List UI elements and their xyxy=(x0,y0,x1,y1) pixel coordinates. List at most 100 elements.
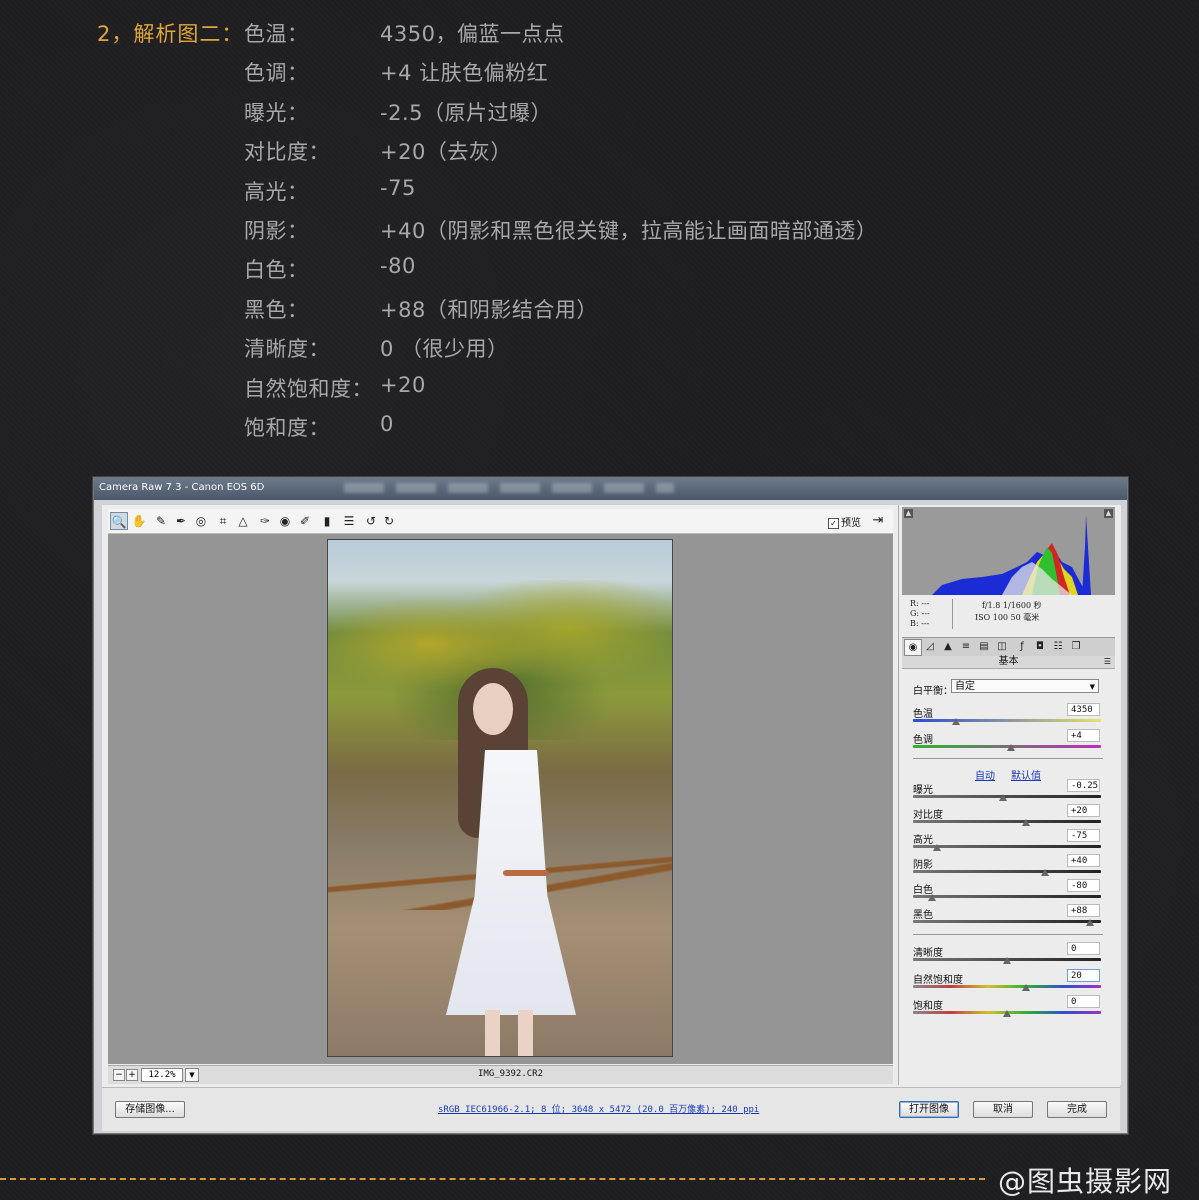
spot-removal-icon[interactable]: ✑ xyxy=(256,512,274,530)
slider-row: 高光 -75 xyxy=(913,829,1103,853)
slider-track[interactable] xyxy=(913,985,1101,988)
slider-value-input[interactable]: -0.25 xyxy=(1067,779,1100,792)
slider-thumb[interactable] xyxy=(1003,957,1011,964)
adjustment-brush-icon[interactable]: ✐ xyxy=(296,512,314,530)
zoom-in-button[interactable]: + xyxy=(126,1069,138,1081)
slider-value-input[interactable]: 0 xyxy=(1067,942,1100,955)
save-image-button[interactable]: 存储图像... xyxy=(115,1101,185,1118)
setting-label: 清晰度： xyxy=(244,337,330,362)
white-balance-tool-icon[interactable]: ✎ xyxy=(152,512,170,530)
tab-detail-icon[interactable]: ▲ xyxy=(940,639,956,654)
straighten-tool-icon[interactable]: △ xyxy=(234,512,252,530)
setting-label: 饱和度： xyxy=(244,416,330,440)
slider-thumb[interactable] xyxy=(1021,984,1030,991)
slider-label: 对比度 xyxy=(913,810,943,821)
color-sampler-icon[interactable]: ✒ xyxy=(172,512,190,530)
default-link[interactable]: 默认值 xyxy=(1011,767,1041,782)
photo-leg xyxy=(518,1010,533,1056)
tab-presets-icon[interactable]: ☷ xyxy=(1050,639,1066,654)
slider-thumb[interactable] xyxy=(1003,1010,1011,1017)
slider-track[interactable] xyxy=(913,719,1101,722)
slider-track[interactable] xyxy=(913,920,1101,923)
section-heading: 2，解析图二： xyxy=(97,22,244,46)
highlight-clipping-icon[interactable]: ▲ xyxy=(1104,509,1113,518)
zoom-out-button[interactable]: − xyxy=(113,1069,125,1081)
slider-value-input[interactable]: +88 xyxy=(1067,904,1100,917)
setting-label: 自然饱和度： xyxy=(244,376,373,401)
tab-tone-curve-icon[interactable]: ◿ xyxy=(922,639,938,654)
targeted-adjustment-icon[interactable]: ◎ xyxy=(192,512,210,530)
slider-thumb[interactable] xyxy=(1021,819,1030,826)
r-readout: R: --- xyxy=(910,599,930,608)
toolbar: 🔍 ✋ ✎ ✒ ◎ ⌗ △ ✑ ◉ ✐ ▮ ☰ ↺ ↻ ✓ 预览 ⇥ xyxy=(108,509,893,534)
tab-hsl-icon[interactable]: ≡ xyxy=(958,639,974,654)
window-titlebar[interactable]: Camera Raw 7.3 - Canon EOS 6D xyxy=(94,478,1127,500)
setting-label: 高光： xyxy=(244,179,309,204)
slider-value-input[interactable]: -80 xyxy=(1067,879,1100,892)
open-image-button[interactable]: 打开图像 xyxy=(899,1101,959,1118)
fullscreen-icon[interactable]: ⇥ xyxy=(870,513,886,529)
slider-thumb[interactable] xyxy=(1040,869,1049,876)
slider-thumb[interactable] xyxy=(952,718,961,725)
slider-thumb[interactable] xyxy=(927,894,936,901)
zoom-tool-icon[interactable]: 🔍 xyxy=(110,512,128,530)
slider-label: 黑色 xyxy=(913,910,933,921)
slider-label: 高光 xyxy=(913,835,933,846)
auto-link[interactable]: 自动 xyxy=(975,767,995,782)
zoom-level[interactable]: 12.2% xyxy=(141,1068,183,1082)
slider-value-input[interactable]: 4350 xyxy=(1067,703,1100,716)
g-readout: G: --- xyxy=(910,609,930,618)
preview-checkbox[interactable]: ✓ 预览 xyxy=(828,514,861,529)
tab-split-toning-icon[interactable]: ▤ xyxy=(976,639,992,654)
slider-track[interactable] xyxy=(913,820,1101,823)
slider-label: 清晰度 xyxy=(913,948,943,959)
photo-belt xyxy=(503,870,549,876)
slider-track[interactable] xyxy=(913,895,1101,898)
shadow-clipping-icon[interactable]: ▲ xyxy=(904,509,913,518)
tab-lens-icon[interactable]: ◫ xyxy=(994,639,1010,654)
chevron-down-icon[interactable]: ▼ xyxy=(185,1068,199,1082)
graduated-filter-icon[interactable]: ▮ xyxy=(318,512,336,530)
tab-effects-icon[interactable]: ƒ xyxy=(1014,639,1030,654)
divider xyxy=(913,934,1103,935)
preferences-icon[interactable]: ☰ xyxy=(340,512,358,530)
slider-row: 饱和度 0 xyxy=(913,995,1103,1019)
menu-icon[interactable]: ☰ xyxy=(1104,656,1111,668)
tab-camera-calibration-icon[interactable]: ◘ xyxy=(1032,639,1048,654)
setting-value: +20 xyxy=(380,372,426,397)
divider xyxy=(952,599,953,629)
slider-value-input[interactable]: +20 xyxy=(1067,804,1100,817)
workflow-options-link[interactable]: sRGB IEC61966-2.1; 8 位; 3648 x 5472 (20.… xyxy=(438,1102,759,1115)
tab-snapshots-icon[interactable]: ❐ xyxy=(1068,639,1084,654)
setting-value: -2.5（原片过曝） xyxy=(380,100,552,125)
file-name: IMG_9392.CR2 xyxy=(478,1069,544,1079)
setting-label: 对比度： xyxy=(244,140,330,165)
slider-value-input[interactable]: +4 xyxy=(1067,729,1100,742)
white-balance-select[interactable]: 自定 ▼ xyxy=(951,679,1099,693)
slider-thumb[interactable] xyxy=(933,844,942,851)
slider-thumb[interactable] xyxy=(1006,744,1015,751)
slider-value-input[interactable]: 0 xyxy=(1067,995,1100,1008)
setting-label: 色温： xyxy=(244,22,309,46)
image-canvas[interactable] xyxy=(108,534,893,1064)
slider-value-input[interactable]: -75 xyxy=(1067,829,1100,842)
crop-tool-icon[interactable]: ⌗ xyxy=(214,512,232,530)
hand-tool-icon[interactable]: ✋ xyxy=(130,512,148,530)
rotate-left-icon[interactable]: ↺ xyxy=(362,512,380,530)
slider-thumb[interactable] xyxy=(1085,919,1094,926)
camera-raw-window: Camera Raw 7.3 - Canon EOS 6D 🔍 ✋ ✎ ✒ ◎ … xyxy=(93,477,1128,1134)
setting-value: -80 xyxy=(380,254,416,279)
slider-thumb[interactable] xyxy=(999,794,1008,801)
cancel-button[interactable]: 取消 xyxy=(973,1101,1033,1118)
red-eye-icon[interactable]: ◉ xyxy=(276,512,294,530)
panel-tabs: ◉ ◿ ▲ ≡ ▤ ◫ ƒ ◘ ☷ ❐ xyxy=(902,637,1115,657)
rotate-right-icon[interactable]: ↻ xyxy=(380,512,398,530)
slider-value-input[interactable]: +40 xyxy=(1067,854,1100,867)
slider-value-input[interactable]: 20 xyxy=(1067,969,1100,982)
tab-basic-icon[interactable]: ◉ xyxy=(904,639,922,656)
exif-iso-focal: ISO 100 50 毫米 xyxy=(975,613,1040,622)
slider-label: 色温 xyxy=(913,709,933,720)
slider-track[interactable] xyxy=(913,870,1101,873)
done-button[interactable]: 完成 xyxy=(1047,1101,1107,1118)
watermark: @图虫摄影网 xyxy=(998,1165,1173,1198)
